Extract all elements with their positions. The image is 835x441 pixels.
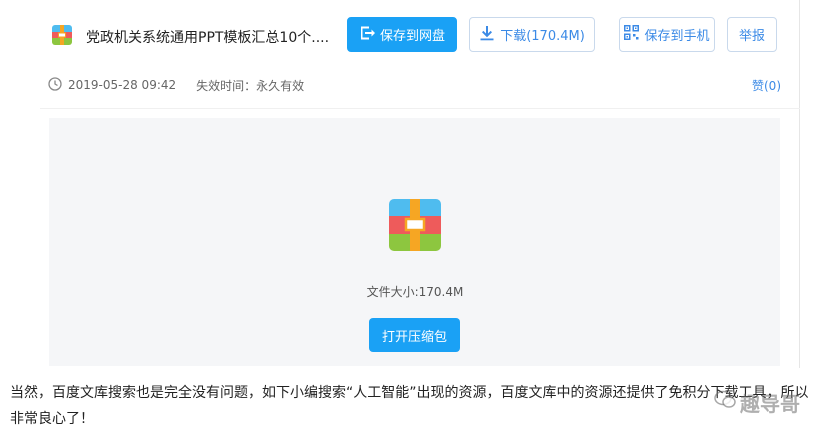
save-to-phone-label: 保存到手机 [644,29,710,44]
divider [40,108,800,109]
save-cloud-icon [359,25,375,45]
file-header: 党政机关系统通用PPT模板汇总10个.... 保存到网盘 下载(170.4M) [0,0,800,70]
download-button[interactable]: 下载(170.4M) [469,17,595,52]
wechat-icon [714,390,736,415]
qr-code-icon [624,25,640,44]
save-to-cloud-label: 保存到网盘 [379,29,445,44]
file-title: 党政机关系统通用PPT模板汇总10个.... [86,30,330,46]
watermark-text: 趣导哥 [740,392,800,416]
file-meta: 2019-05-28 09:42 失效时间：永久有效 [48,76,304,94]
file-size-label: 文件大小:170.4M [366,285,464,299]
article-paragraph: 当然，百度文库搜索也是完全没有问题，如下小编搜索“人工智能”出现的资源，百度文库… [10,385,809,427]
upload-date: 2019-05-28 09:42 [68,78,177,92]
download-icon [479,25,495,45]
file-share-card: 党政机关系统通用PPT模板汇总10个.... 保存到网盘 下载(170.4M) [0,0,800,368]
clock-icon [48,76,62,94]
open-archive-label: 打开压缩包 [381,329,447,345]
open-archive-button[interactable]: 打开压缩包 [369,318,460,352]
save-to-phone-button[interactable]: 保存到手机 [619,17,715,52]
like-link[interactable]: 赞(0) [752,77,781,94]
report-button[interactable]: 举报 [727,17,777,52]
report-label: 举报 [738,29,765,44]
download-label: 下载(170.4M) [500,29,585,44]
expire-time: 失效时间：永久有效 [196,78,305,93]
zip-file-icon [52,25,72,45]
zip-file-icon [389,199,441,251]
wechat-watermark: 趣导哥 [714,388,800,417]
save-to-cloud-button[interactable]: 保存到网盘 [347,17,457,52]
